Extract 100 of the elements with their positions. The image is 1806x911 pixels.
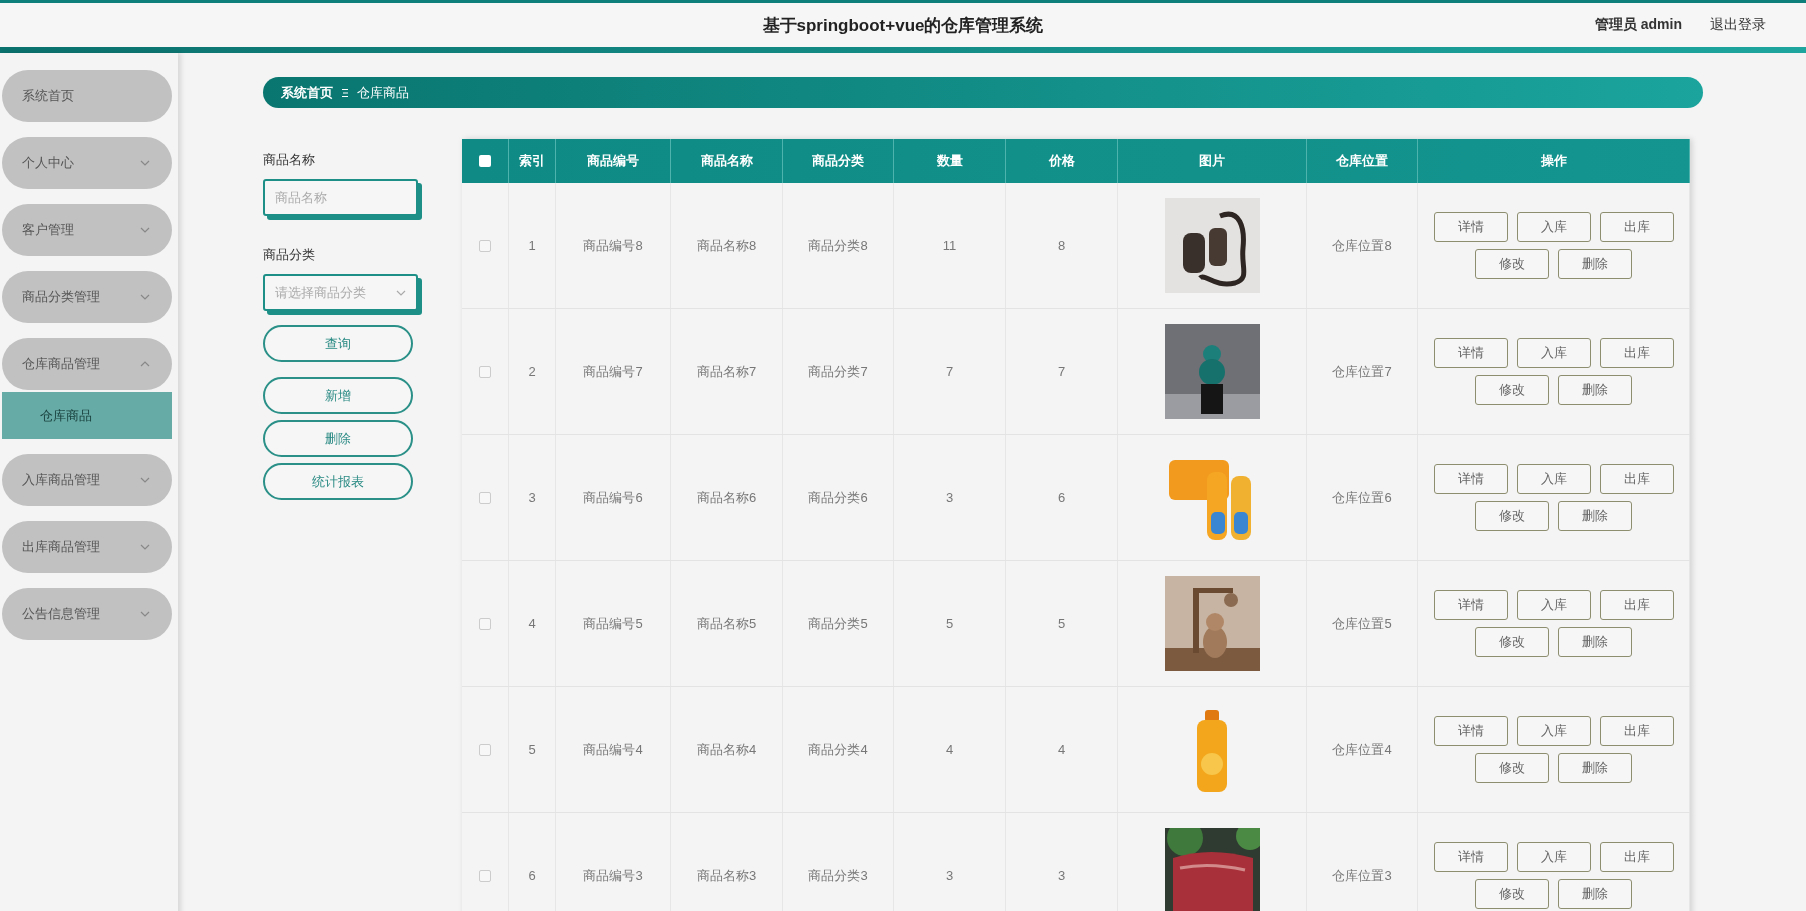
chevron-down-icon (396, 289, 406, 296)
table-cell: 3 (1006, 813, 1118, 911)
action-button[interactable]: 出库 (1599, 716, 1674, 746)
table-cell: 仓库位置4 (1307, 687, 1418, 812)
table-cell: 商品分类8 (783, 183, 894, 308)
action-button[interactable]: 修改 (1475, 375, 1549, 405)
table-cell: 3 (894, 435, 1006, 560)
sidebar-menu[interactable]: 入库商品管理 (2, 454, 172, 506)
action-button[interactable]: 修改 (1475, 879, 1549, 909)
table-cell: 7 (894, 309, 1006, 434)
filter-button[interactable]: 删除 (263, 420, 413, 457)
action-button[interactable]: 入库 (1516, 212, 1591, 242)
action-button[interactable]: 删除 (1558, 627, 1632, 657)
user-name: 管理员 admin (1594, 16, 1682, 34)
table-cell: 商品编号5 (556, 561, 671, 686)
table-cell: 2 (509, 309, 556, 434)
action-button[interactable]: 修改 (1475, 501, 1549, 531)
filter-button[interactable]: 统计报表 (263, 463, 413, 500)
column-header: 数量 (894, 139, 1006, 183)
action-button[interactable]: 删除 (1558, 753, 1632, 783)
logout-link[interactable]: 退出登录 (1710, 16, 1766, 34)
table-cell: 1 (509, 183, 556, 308)
sidebar-menu[interactable]: 商品分类管理 (2, 271, 172, 323)
table-cell: 商品分类6 (783, 435, 894, 560)
action-button[interactable]: 入库 (1516, 464, 1591, 494)
action-button[interactable]: 删除 (1558, 249, 1632, 279)
action-button[interactable]: 删除 (1558, 375, 1632, 405)
sidebar-menu[interactable]: 客户管理 (2, 204, 172, 256)
action-button[interactable]: 删除 (1558, 879, 1632, 909)
filter-button[interactable]: 新增 (263, 377, 413, 414)
sidebar-menu[interactable]: 仓库商品管理 (2, 338, 172, 390)
chevron-up-icon (140, 361, 150, 367)
name-field[interactable]: 商品名称 (263, 179, 418, 216)
filter-button[interactable]: 查询 (263, 325, 413, 362)
app-title: 基于springboot+vue的仓库管理系统 (762, 14, 1044, 37)
action-button[interactable]: 入库 (1516, 338, 1591, 368)
action-button[interactable]: 出库 (1599, 212, 1674, 242)
row-checkbox[interactable] (479, 491, 491, 504)
field-label: 商品名称 (263, 151, 316, 169)
column-header: 商品编号 (556, 139, 671, 183)
table-cell: 5 (509, 687, 556, 812)
action-button[interactable]: 修改 (1475, 627, 1549, 657)
action-button[interactable]: 出库 (1599, 338, 1674, 368)
sidebar-item[interactable]: 系统首页 (2, 70, 172, 122)
action-button[interactable]: 入库 (1516, 716, 1591, 746)
table-cell: 11 (894, 183, 1006, 308)
action-button[interactable]: 出库 (1599, 590, 1674, 620)
row-checkbox[interactable] (479, 869, 491, 882)
field-label: 商品分类 (263, 246, 316, 264)
action-button[interactable]: 详情 (1433, 590, 1508, 620)
action-button[interactable]: 删除 (1558, 501, 1632, 531)
table-cell: 仓库位置5 (1307, 561, 1418, 686)
row-checkbox[interactable] (479, 743, 491, 756)
row-checkbox[interactable] (479, 365, 491, 378)
table-cell: 商品编号4 (556, 687, 671, 812)
row-checkbox[interactable] (479, 239, 491, 252)
table-cell: 商品名称5 (671, 561, 783, 686)
column-header: 商品名称 (671, 139, 783, 183)
row-checkbox[interactable] (479, 617, 491, 630)
action-button[interactable]: 修改 (1475, 753, 1549, 783)
column-header: 仓库位置 (1307, 139, 1418, 183)
table-cell: 仓库位置3 (1307, 813, 1418, 911)
table-cell: 仓库位置7 (1307, 309, 1418, 434)
table-cell: 8 (1006, 183, 1118, 308)
select-all-checkbox[interactable] (479, 155, 491, 167)
action-button[interactable]: 详情 (1433, 716, 1508, 746)
table-cell: 商品分类5 (783, 561, 894, 686)
action-button[interactable]: 出库 (1599, 842, 1674, 872)
breadcrumb-item[interactable]: 系统首页 (281, 83, 333, 102)
chevron-down-icon (140, 294, 150, 300)
column-header: 图片 (1118, 139, 1307, 183)
table-cell: 5 (894, 561, 1006, 686)
table-cell: 4 (1006, 687, 1118, 812)
sidebar-subitem[interactable]: 仓库商品 (2, 392, 172, 439)
breadcrumb-item[interactable]: 仓库商品 (357, 83, 409, 102)
action-button[interactable]: 详情 (1433, 842, 1508, 872)
action-button[interactable]: 入库 (1516, 842, 1591, 872)
table-cell: 商品编号6 (556, 435, 671, 560)
sidebar-menu[interactable]: 出库商品管理 (2, 521, 172, 573)
column-header: 价格 (1006, 139, 1118, 183)
table-cell: 商品名称3 (671, 813, 783, 911)
table-cell: 6 (509, 813, 556, 911)
chevron-down-icon (140, 477, 150, 483)
separator-icon (341, 87, 349, 98)
action-button[interactable]: 出库 (1599, 464, 1674, 494)
sidebar-menu[interactable]: 公告信息管理 (2, 588, 172, 640)
table-cell: 3 (509, 435, 556, 560)
action-button[interactable]: 详情 (1433, 338, 1508, 368)
action-button[interactable]: 详情 (1433, 212, 1508, 242)
action-button[interactable]: 详情 (1433, 464, 1508, 494)
table-cell: 仓库位置6 (1307, 435, 1418, 560)
table-cell: 商品分类3 (783, 813, 894, 911)
table-cell: 6 (1006, 435, 1118, 560)
action-button[interactable]: 入库 (1516, 590, 1591, 620)
table-cell: 商品分类4 (783, 687, 894, 812)
sidebar-menu[interactable]: 个人中心 (2, 137, 172, 189)
table-cell: 4 (509, 561, 556, 686)
table-cell: 7 (1006, 309, 1118, 434)
action-button[interactable]: 修改 (1475, 249, 1549, 279)
table-cell: 5 (1006, 561, 1118, 686)
